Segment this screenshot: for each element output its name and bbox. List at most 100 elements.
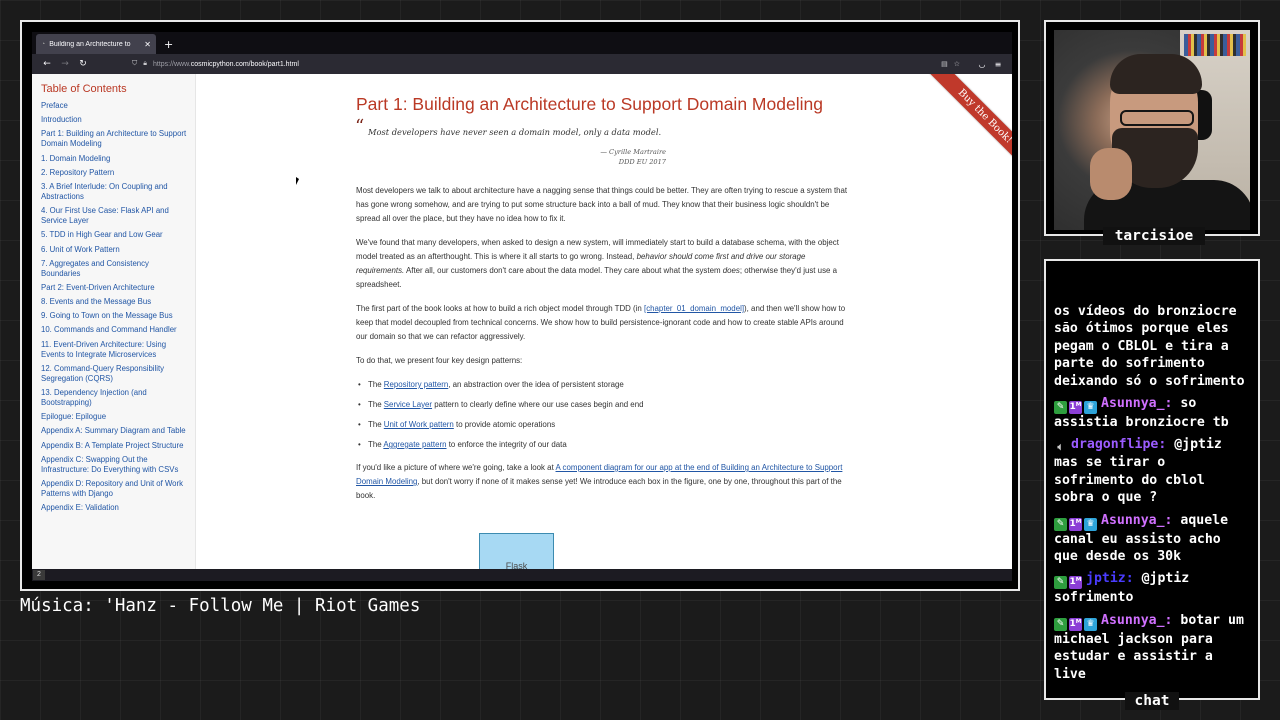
- chat-username[interactable]: Asunnya_:: [1101, 513, 1172, 528]
- now-playing-music: Música: 'Hanz - Follow Me | Riot Games: [20, 596, 421, 616]
- toc-item[interactable]: 10. Commands and Command Handler: [41, 325, 195, 335]
- chapter-01-link[interactable]: [chapter_01_domain_model]: [644, 304, 744, 313]
- pattern-link[interactable]: Aggregate pattern: [383, 440, 446, 449]
- toc-item[interactable]: 7. Aggregates and Consistency Boundaries: [41, 259, 195, 279]
- p3-text-a: The first part of the book looks at how …: [356, 304, 645, 313]
- chat-message: ✎ 1ᴹ jptiz: @jptiz sofrimento: [1054, 570, 1252, 606]
- paragraph-4: To do that, we present four key design p…: [356, 356, 523, 365]
- streamer-name-label: tarcisioe: [1103, 227, 1205, 245]
- chat-username[interactable]: dragonflipe:: [1071, 437, 1166, 452]
- toc-item[interactable]: Appendix B: A Template Project Structure: [41, 441, 195, 451]
- lock-icon[interactable]: 🔒︎: [143, 60, 147, 68]
- quote-source: DDD EU 2017: [618, 158, 666, 166]
- buy-book-ribbon[interactable]: Buy the Book!: [902, 74, 1012, 184]
- chat-message: 🔈︎ dragonflipe: @jptiz mas se tirar o sof…: [1054, 436, 1252, 506]
- toc-item[interactable]: Introduction: [41, 115, 195, 125]
- chat-username[interactable]: Asunnya_:: [1101, 613, 1172, 628]
- chat-message: ✎ 1ᴹ ♛ Asunnya_: so assistia bronziocre tb: [1054, 395, 1252, 431]
- bullet-icon: •: [358, 420, 361, 429]
- sub-badge-icon: 1ᴹ: [1069, 576, 1082, 590]
- toc-item[interactable]: Preface: [41, 101, 195, 111]
- pattern-list-item: • The Aggregate pattern to enforce the in…: [356, 438, 848, 452]
- toc-item[interactable]: 5. TDD in High Gear and Low Gear: [41, 230, 195, 240]
- pattern-prefix: The: [368, 420, 384, 429]
- pattern-link[interactable]: Repository pattern: [384, 380, 448, 389]
- pin-badge-icon: ✎: [1054, 517, 1067, 531]
- toc-item[interactable]: 9. Going to Town on the Message Bus: [41, 311, 195, 321]
- toc-item[interactable]: 3. A Brief Interlude: On Coupling and Ab…: [41, 182, 195, 202]
- status-bar: 2: [32, 569, 1012, 581]
- toc-item[interactable]: Part 1: Building an Architecture to Supp…: [41, 129, 195, 149]
- pattern-description: , an abstraction over the idea of persis…: [448, 380, 624, 389]
- chat-messages: os vídeos do bronziocre são ótimos porqu…: [1054, 303, 1252, 688]
- epigraph-quote: “ Most developers have never seen a doma…: [355, 116, 848, 140]
- toc-item[interactable]: 13. Dependency Injection (and Bootstrapp…: [41, 388, 195, 408]
- back-icon[interactable]: ←: [38, 59, 56, 69]
- spk-badge-icon: 🔈︎: [1057, 442, 1064, 454]
- url-domain-path: cosmicpython.com/book/part1.html: [190, 60, 299, 68]
- new-tab-button[interactable]: +: [164, 38, 173, 51]
- pattern-list-item: • The Unit of Work pattern to provide ato…: [356, 418, 848, 432]
- paragraph-3: The first part of the book looks at how …: [356, 302, 848, 344]
- navigation-toolbar: ← → ↻ ⛉ 🔒︎ https://www.cosmicpython.com/…: [32, 54, 1012, 74]
- pin-badge-icon: ✎: [1054, 400, 1067, 414]
- chat-username[interactable]: jptiz:: [1086, 571, 1134, 586]
- tab-strip: ◔ Building an Architecture to ✕ +: [32, 32, 1012, 54]
- screen-capture-frame: ◔ Building an Architecture to ✕ + ← → ↻ …: [20, 20, 1020, 591]
- url-prefix: https://www.: [152, 60, 191, 68]
- quote-attribution: — Cyrille Martraire DDD EU 2017: [356, 147, 666, 167]
- page-favicon-icon: ◔: [41, 40, 46, 48]
- buy-book-ribbon-label[interactable]: Buy the Book!: [918, 74, 1012, 183]
- chat-username[interactable]: Asunnya_:: [1101, 396, 1172, 411]
- design-patterns-list: • The Repository pattern, an abstraction …: [356, 378, 848, 452]
- url-text[interactable]: https://www.cosmicpython.com/book/part1.…: [153, 61, 299, 68]
- toc-item[interactable]: 2. Repository Pattern: [41, 168, 195, 178]
- sub-badge-icon: 1ᴹ: [1069, 617, 1082, 631]
- user-badges: 🔈︎: [1054, 441, 1067, 454]
- crown-badge-icon: ♛: [1084, 400, 1097, 414]
- toc-item[interactable]: 4. Our First Use Case: Flask API and Ser…: [41, 206, 195, 226]
- user-badges: ✎ 1ᴹ: [1054, 576, 1082, 590]
- toc-item[interactable]: 11. Event-Driven Architecture: Using Eve…: [41, 340, 195, 360]
- toc-item[interactable]: Appendix D: Repository and Unit of Work …: [41, 479, 195, 499]
- toc-item[interactable]: 12. Command-Query Responsibility Segrega…: [41, 364, 195, 384]
- quote-text: Most developers have never seen a domain…: [368, 127, 662, 137]
- toc-item[interactable]: 8. Events and the Message Bus: [41, 297, 195, 307]
- browser-tab[interactable]: ◔ Building an Architecture to ✕: [36, 34, 156, 54]
- forward-icon[interactable]: →: [56, 59, 74, 69]
- pattern-prefix: The: [368, 380, 384, 389]
- shield-icon[interactable]: ⛉: [132, 60, 137, 68]
- webcam-video: [1054, 30, 1250, 230]
- close-tab-icon[interactable]: ✕: [144, 40, 151, 49]
- table-of-contents: Table of Contents Preface Introduction Par…: [32, 74, 196, 569]
- menu-hamburger-icon[interactable]: ≡: [990, 60, 1006, 69]
- toc-item[interactable]: Appendix E: Validation: [41, 503, 195, 513]
- p5-text-a: If you'd like a picture of where we're g…: [356, 463, 556, 472]
- toc-item[interactable]: 6. Unit of Work Pattern: [41, 245, 195, 255]
- quote-mark-icon: “: [355, 116, 365, 137]
- pocket-icon[interactable]: ◡: [974, 60, 990, 69]
- pattern-link[interactable]: Unit of Work pattern: [384, 420, 454, 429]
- pattern-prefix: The: [368, 440, 384, 449]
- reader-view-icon[interactable]: ▤: [941, 60, 948, 68]
- toc-title: Table of Contents: [41, 83, 127, 95]
- pattern-link[interactable]: Service Layer: [384, 400, 432, 409]
- reload-icon[interactable]: ↻: [74, 59, 92, 69]
- sub-badge-icon: 1ᴹ: [1069, 400, 1082, 414]
- bullet-icon: •: [358, 400, 361, 409]
- bookmark-star-icon[interactable]: ☆: [954, 60, 960, 68]
- chat-label: chat: [1125, 692, 1179, 710]
- toc-item[interactable]: Part 2: Event-Driven Architecture: [41, 283, 195, 293]
- web-page: Table of Contents Preface Introduction Par…: [32, 74, 1012, 569]
- address-bar[interactable]: ⛉ 🔒︎ https://www.cosmicpython.com/book/p…: [132, 56, 966, 72]
- paragraph-5: If you'd like a picture of where we're g…: [356, 461, 848, 503]
- toc-item[interactable]: Appendix A: Summary Diagram and Table: [41, 426, 195, 436]
- pin-badge-icon: ✎: [1054, 617, 1067, 631]
- toc-item[interactable]: 1. Domain Modeling: [41, 154, 195, 164]
- pattern-prefix: The: [368, 400, 384, 409]
- chat-message: ✎ 1ᴹ ♛ Asunnya_: aquele canal eu assisto ac…: [1054, 512, 1252, 566]
- user-badges: ✎ 1ᴹ ♛: [1054, 517, 1097, 531]
- toc-item[interactable]: Epilogue: Epilogue: [41, 412, 195, 422]
- pattern-description: to provide atomic operations: [453, 420, 556, 429]
- toc-item[interactable]: Appendix C: Swapping Out the Infrastruct…: [41, 455, 195, 475]
